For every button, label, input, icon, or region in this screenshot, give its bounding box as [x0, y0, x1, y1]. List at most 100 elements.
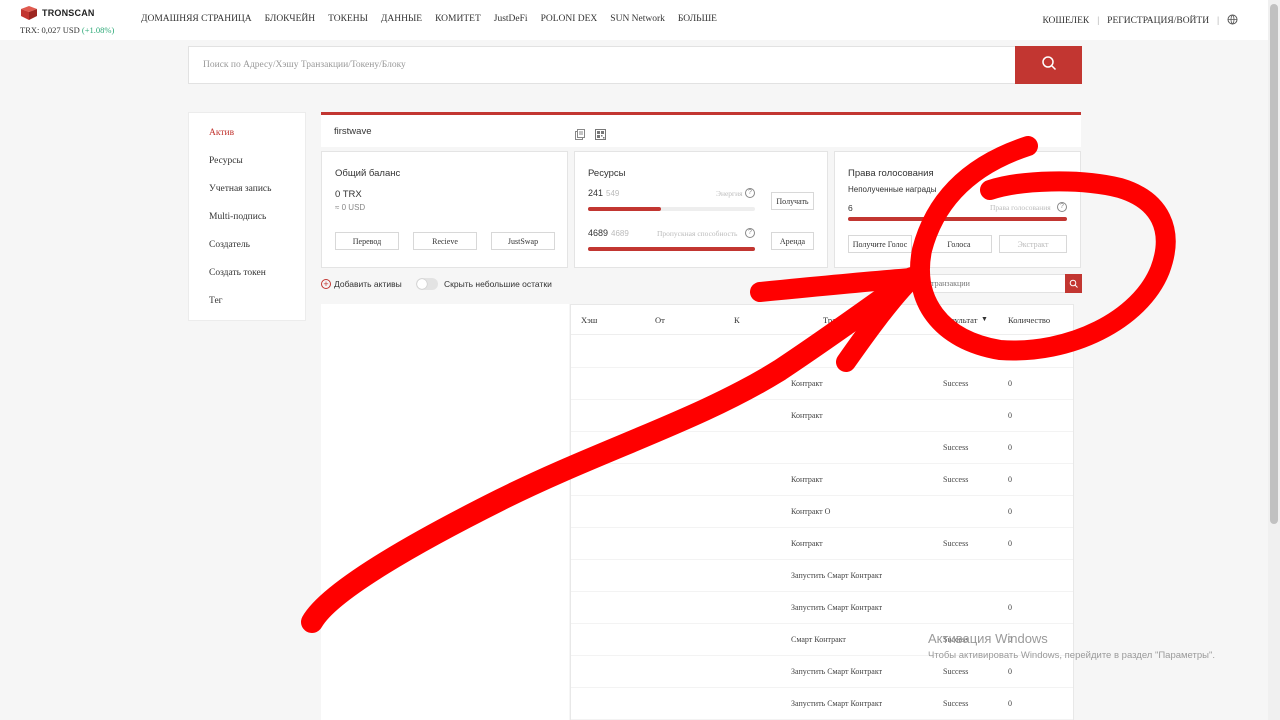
rent-button[interactable]: Аренда	[771, 232, 814, 250]
logo-text: TRONSCAN	[42, 8, 95, 18]
account-sidebar: Актив Ресурсы Учетная запись Multi-подпи…	[188, 112, 306, 321]
nav-more[interactable]: БОЛЬШЕ	[678, 14, 717, 24]
add-assets-button[interactable]: + Добавить активы	[321, 279, 402, 289]
nav-poloni-dex[interactable]: POLONI DEX	[541, 14, 598, 24]
table-row[interactable]: Запустить Смарт Контракт 0	[571, 592, 1073, 624]
sidebar-item-account[interactable]: Учетная запись	[189, 175, 305, 203]
search-icon	[1041, 55, 1057, 76]
table-row[interactable]: Контракт Success 0	[571, 528, 1073, 560]
row-transaction-type: Запустить Смарт Контракт	[791, 571, 883, 580]
energy-label: Энергия	[716, 189, 743, 198]
hide-small-toggle[interactable]	[416, 278, 438, 290]
language-icon[interactable]	[1227, 14, 1238, 28]
table-row[interactable]: Контракт Success 0	[571, 464, 1073, 496]
row-amount: 0	[1008, 699, 1012, 708]
nav-tokens[interactable]: ТОКЕНЫ	[328, 14, 368, 24]
top-right-menu: КОШЕЛЕК | РЕГИСТРАЦИЯ/ВОЙТИ |	[1042, 14, 1238, 28]
logo[interactable]: TRONSCAN	[20, 6, 95, 20]
voting-rights-label: Права голосования	[990, 203, 1051, 212]
nav-committee[interactable]: КОМИТЕТ	[435, 14, 481, 24]
energy-max: 549	[606, 189, 620, 198]
scrollbar-thumb[interactable]	[1270, 4, 1278, 524]
voting-bar	[848, 217, 1067, 221]
receive-button[interactable]: Recieve	[413, 232, 477, 250]
row-amount: 0	[1008, 603, 1012, 612]
page-scrollbar[interactable]	[1268, 0, 1280, 720]
get-resources-button[interactable]: Получать	[771, 192, 814, 210]
energy-help-icon[interactable]: ?	[745, 188, 755, 198]
get-votes-button[interactable]: Получите Голос	[848, 235, 912, 253]
nav-justdefi[interactable]: JustDeFi	[494, 14, 528, 24]
trx-price: TRX: 0,027 USD (+1.08%)	[20, 25, 114, 35]
row-result: Success	[943, 475, 969, 484]
row-result: Success	[943, 379, 969, 388]
bandwidth-help-icon[interactable]: ?	[745, 228, 755, 238]
col-transaction[interactable]: Транзакция	[823, 315, 865, 325]
col-result[interactable]: Результат	[943, 315, 977, 325]
tx-search-input[interactable]	[921, 275, 1065, 292]
nav-data[interactable]: ДАННЫЕ	[381, 14, 422, 24]
sidebar-item-assets[interactable]: Актив	[189, 119, 305, 147]
row-result: Success	[943, 443, 969, 452]
bandwidth-max: 4689	[611, 229, 629, 238]
search-input[interactable]	[189, 47, 1015, 83]
col-to[interactable]: К	[734, 315, 740, 325]
table-row[interactable]: Запустить Смарт Контракт	[571, 560, 1073, 592]
col-amount[interactable]: Количество	[1008, 315, 1050, 325]
row-transaction-type: Контракт	[791, 379, 823, 388]
separator: |	[1217, 16, 1219, 26]
nav-home[interactable]: ДОМАШНЯЯ СТРАНИЦА	[141, 14, 252, 24]
balance-title: Общий баланс	[335, 168, 401, 179]
row-result: Success	[943, 667, 969, 676]
sidebar-item-resources[interactable]: Ресурсы	[189, 147, 305, 175]
add-assets-label: Добавить активы	[334, 279, 402, 289]
energy-row: 241 549	[588, 188, 619, 198]
row-amount: 0	[1008, 443, 1012, 452]
wallet-link[interactable]: КОШЕЛЕК	[1042, 16, 1089, 26]
col-from[interactable]: От	[655, 315, 665, 325]
bandwidth-bar	[588, 247, 755, 251]
row-transaction-type: Контракт О	[791, 507, 831, 516]
table-header: Хэш От К Транзакция Результат ▼ Количест…	[571, 305, 1073, 335]
table-row[interactable]: Контракт 0	[571, 400, 1073, 432]
voting-value: 6	[848, 203, 853, 213]
tx-search-button[interactable]	[1065, 274, 1082, 293]
price-change: (+1.08%)	[81, 25, 115, 35]
sidebar-item-multisig[interactable]: Multi-подпись	[189, 203, 305, 231]
table-row[interactable]: Запустить Смарт Контракт Success 0	[571, 688, 1073, 720]
justswap-button[interactable]: JustSwap	[491, 232, 555, 250]
voting-help-icon[interactable]: ?	[1057, 202, 1067, 212]
energy-bar-fill	[588, 207, 662, 211]
account-actions	[575, 127, 606, 145]
token-list-panel	[321, 304, 569, 720]
transfer-button[interactable]: Перевод	[335, 232, 399, 250]
row-transaction-type: Контракт	[791, 411, 823, 420]
row-result: Success	[943, 699, 969, 708]
sidebar-item-tag[interactable]: Тег	[189, 287, 305, 315]
resources-card: Ресурсы 241 549 Энергия ? Получать 4689 46…	[574, 151, 828, 268]
table-row[interactable]: Success 0	[571, 432, 1073, 464]
balance-card: Общий баланс 0 TRX ≈ 0 USD Перевод Recie…	[321, 151, 568, 268]
nav-sun-network[interactable]: SUN Network	[610, 14, 665, 24]
qr-code-icon[interactable]	[595, 127, 606, 145]
table-row[interactable]	[571, 336, 1073, 368]
login-link[interactable]: РЕГИСТРАЦИЯ/ВОЙТИ	[1107, 16, 1209, 26]
energy-bar	[588, 207, 755, 211]
table-row[interactable]: Контракт Success 0	[571, 368, 1073, 400]
nav-blockchain[interactable]: БЛОКЧЕЙН	[265, 14, 315, 24]
bandwidth-value: 4689	[588, 228, 609, 238]
balance-value: 0 TRX	[335, 189, 362, 200]
tx-search	[920, 274, 1082, 293]
sidebar-item-create-token[interactable]: Создать токен	[189, 259, 305, 287]
votes-button[interactable]: Голоса	[926, 235, 992, 253]
col-hash[interactable]: Хэш	[581, 315, 597, 325]
copy-icon[interactable]	[575, 127, 585, 145]
search-button[interactable]	[1015, 46, 1082, 84]
table-row[interactable]: Контракт О 0	[571, 496, 1073, 528]
sidebar-item-creator[interactable]: Создатель	[189, 231, 305, 259]
main-nav: ДОМАШНЯЯ СТРАНИЦА БЛОКЧЕЙН ТОКЕНЫ ДАННЫЕ…	[141, 14, 717, 24]
bandwidth-bar-fill	[588, 247, 755, 251]
extract-button[interactable]: Экстракт	[999, 235, 1067, 253]
sort-down-icon[interactable]: ▼	[981, 315, 988, 323]
price-label: TRX: 0,027 USD	[20, 25, 80, 35]
